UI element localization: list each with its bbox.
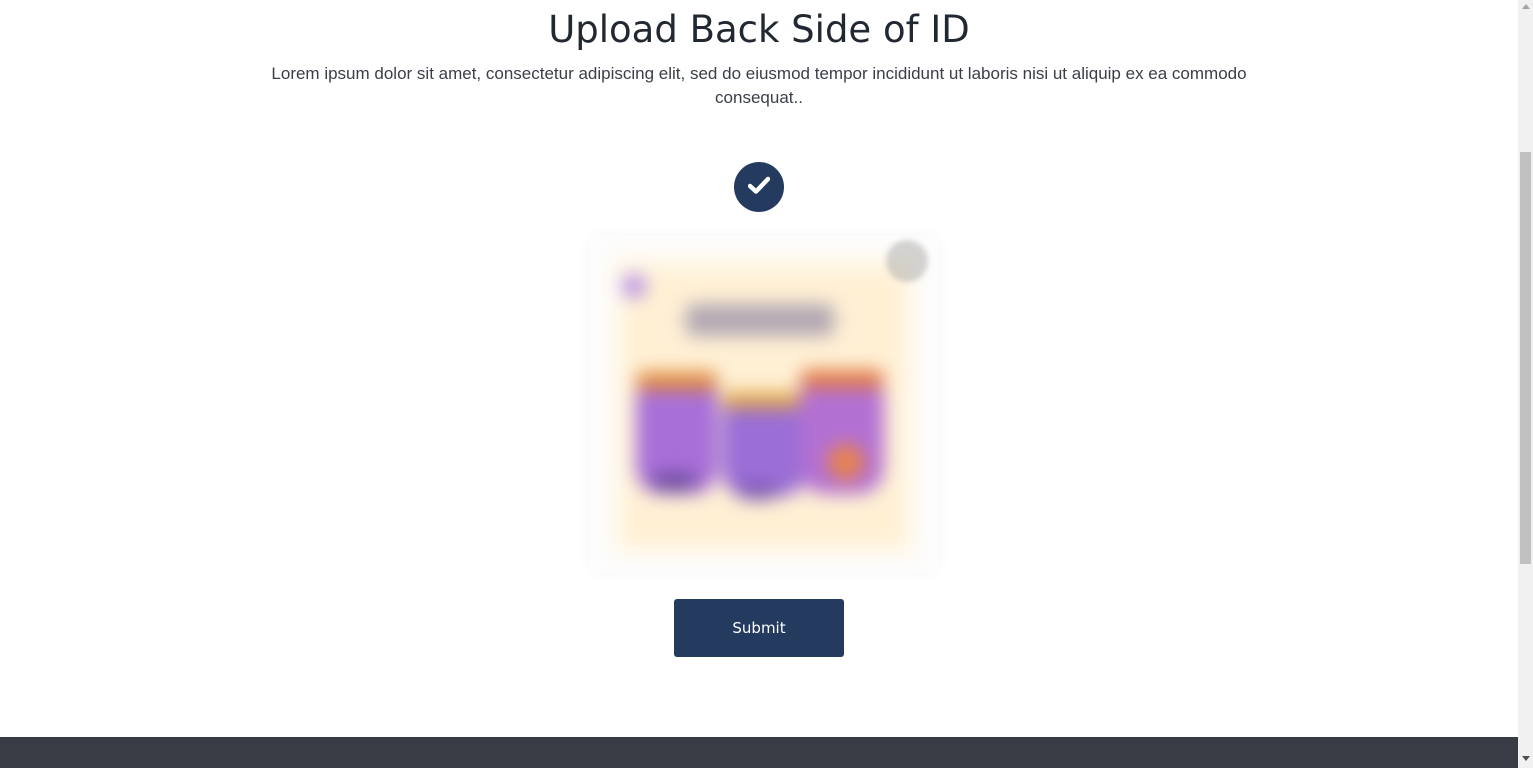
remove-image-button[interactable]	[886, 240, 928, 282]
scroll-down-icon[interactable]	[1522, 756, 1530, 761]
page: Upload Back Side of ID Lorem ipsum dolor…	[0, 0, 1533, 768]
vertical-scrollbar[interactable]	[1518, 0, 1533, 768]
page-description: Lorem ipsum dolor sit amet, consectetur …	[271, 64, 1247, 107]
main-content: Upload Back Side of ID Lorem ipsum dolor…	[0, 0, 1518, 737]
id-image-preview	[590, 236, 938, 572]
upload-success-badge	[734, 162, 784, 212]
page-title: Upload Back Side of ID	[548, 8, 970, 51]
scrollbar-thumb[interactable]	[1520, 152, 1531, 564]
submit-button[interactable]: Submit	[674, 599, 844, 657]
preview-image	[612, 254, 916, 556]
footer	[0, 737, 1518, 768]
scroll-up-icon[interactable]	[1522, 4, 1530, 9]
check-icon	[747, 176, 771, 199]
